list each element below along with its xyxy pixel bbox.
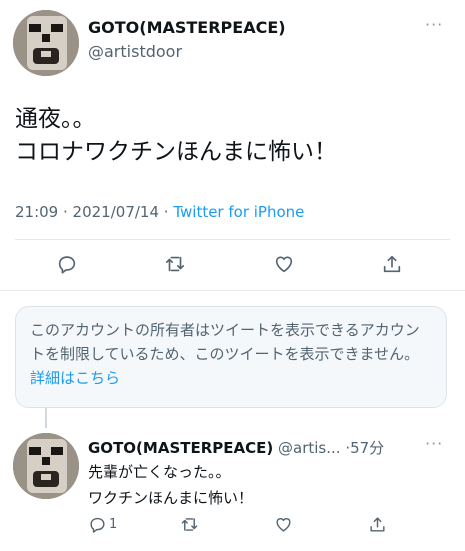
share-button[interactable] (381, 253, 403, 275)
tweet-meta: 21:09 · 2021/07/14 · Twitter for iPhone (15, 203, 304, 221)
author-avatar[interactable] (13, 10, 79, 76)
author-name[interactable]: GOTO(MASTERPEACE) (88, 18, 286, 37)
avatar-image (13, 433, 79, 499)
like-button[interactable] (273, 253, 295, 275)
divider (0, 290, 465, 291)
reply-button[interactable]: 1 (88, 515, 117, 534)
retweet-icon (181, 518, 198, 531)
learn-more-link[interactable]: 詳細はこちら (30, 369, 120, 387)
thread-line (45, 408, 47, 428)
meta-separator: · (58, 203, 73, 221)
meta-separator: · (159, 203, 174, 221)
notice-text: このアカウントの所有者はツイートを表示できるアカウントを制限しているため、このツ… (30, 321, 420, 363)
share-icon (370, 517, 385, 532)
reply-count: 1 (109, 517, 118, 532)
author-handle[interactable]: @artistdoor (88, 42, 182, 61)
reply-button[interactable] (56, 253, 78, 275)
retweet-icon (165, 256, 185, 272)
tweet-time[interactable]: 21:09 (15, 203, 58, 221)
reply-author-name[interactable]: GOTO(MASTERPEACE) (88, 439, 273, 457)
retweet-button[interactable] (164, 253, 186, 275)
reply-icon (90, 517, 105, 533)
reply-text: 先輩が亡くなった。。 ワクチンほんまに怖い！ (88, 463, 254, 507)
reply-author-handle[interactable]: @artis... (278, 439, 341, 457)
reply-author-avatar[interactable] (13, 433, 79, 499)
divider (15, 239, 450, 240)
share-icon (383, 255, 401, 273)
tweet-source-link[interactable]: Twitter for iPhone (173, 203, 304, 221)
reply-time[interactable]: ·57分 (345, 439, 384, 457)
like-button[interactable] (274, 515, 293, 534)
retweet-button[interactable] (180, 515, 199, 534)
more-options-icon[interactable]: ··· (425, 17, 449, 33)
restricted-tweet-notice: このアカウントの所有者はツイートを表示できるアカウントを制限しているため、このツ… (15, 306, 447, 408)
reply-header: GOTO(MASTERPEACE) @artis... ·57分 (88, 437, 384, 458)
more-options-icon[interactable]: ··· (425, 436, 443, 452)
share-button[interactable] (368, 515, 387, 534)
like-icon (276, 518, 291, 532)
reply-icon (58, 256, 76, 274)
like-icon (275, 256, 293, 273)
avatar-image (13, 10, 79, 76)
tweet-date[interactable]: 2021/07/14 (73, 203, 159, 221)
tweet-text: 通夜。。 コロナワクチンほんまに怖い！ (15, 106, 337, 165)
